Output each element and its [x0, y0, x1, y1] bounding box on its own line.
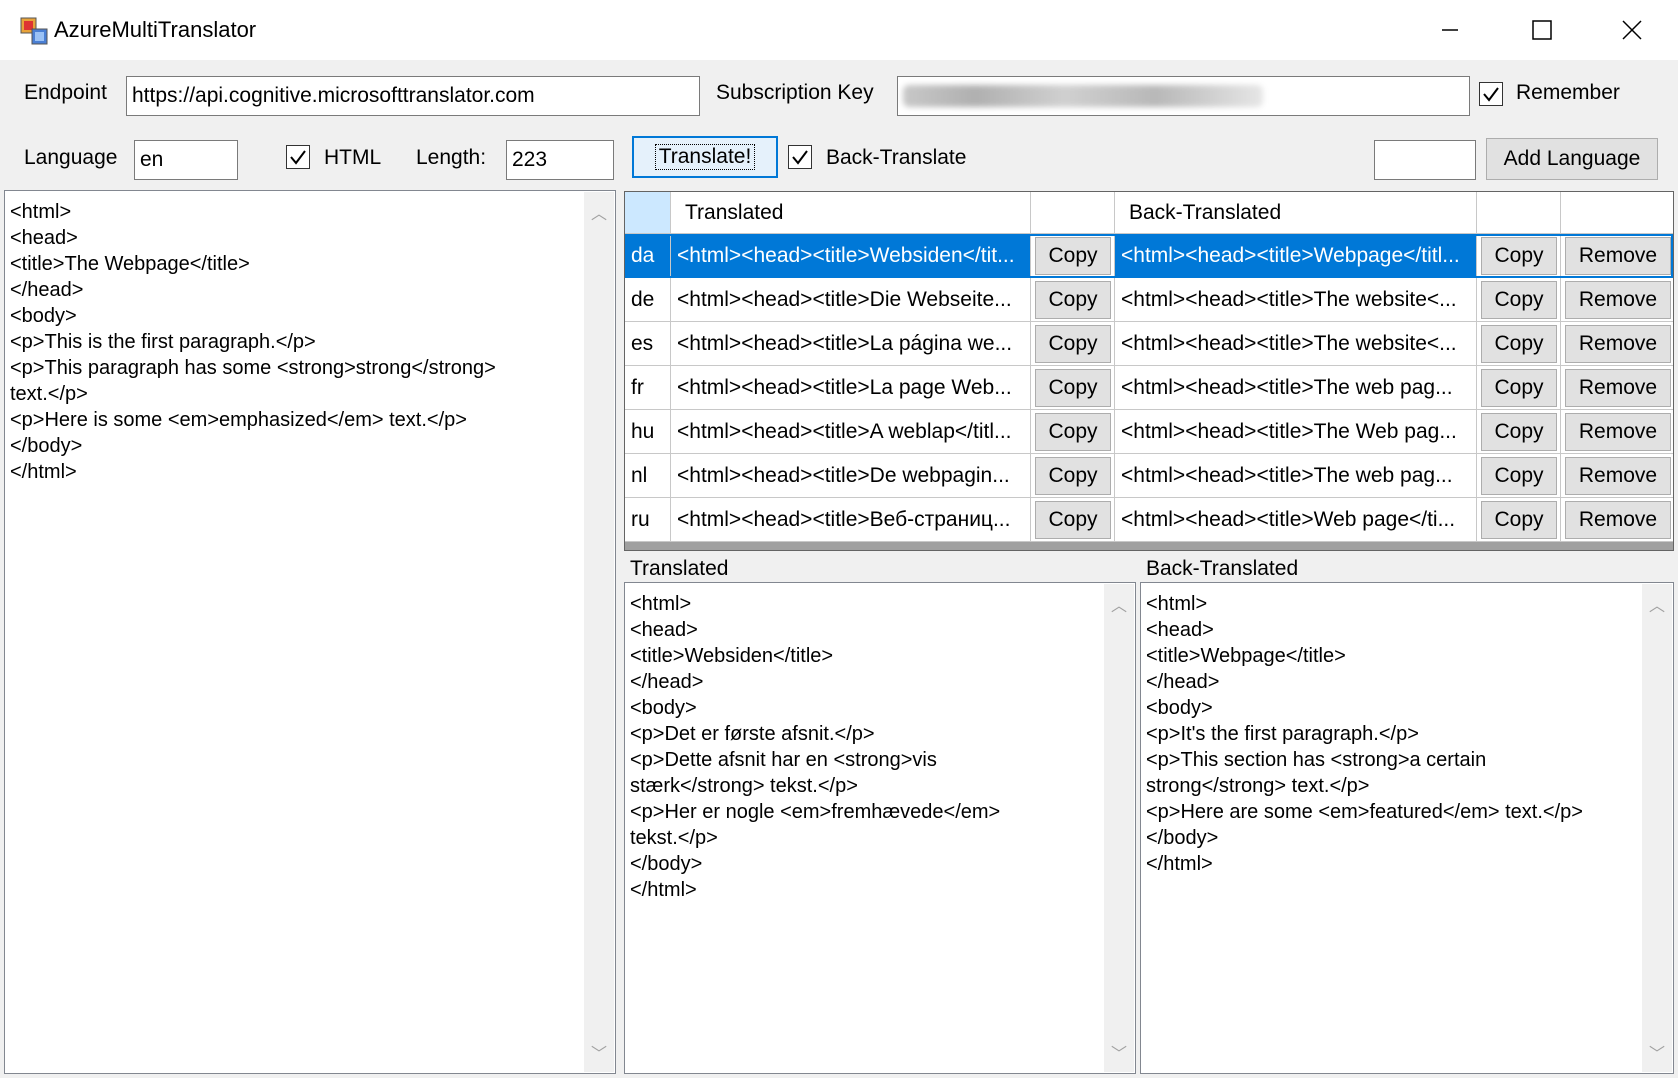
back-translated-text: <html> <head> <title>Webpage</title> </h…: [1146, 593, 1583, 875]
language-label: Language: [24, 146, 118, 169]
source-scrollbar[interactable]: ︿ ﹀: [584, 192, 614, 1072]
copy-translated-button[interactable]: Copy: [1035, 501, 1111, 539]
translate-button-label: Translate!: [654, 144, 756, 170]
add-language-button[interactable]: Add Language: [1486, 138, 1658, 180]
column-header-back-translated[interactable]: Back-Translated: [1115, 192, 1477, 234]
grid-cell-translated[interactable]: <html><head><title>De webpagin...: [671, 454, 1031, 498]
minimize-icon: [1442, 29, 1458, 31]
grid-cell-language[interactable]: nl: [625, 454, 671, 498]
remove-language-button[interactable]: Remove: [1565, 281, 1671, 319]
back-translate-checkbox[interactable]: [788, 145, 812, 169]
grid-cell-language[interactable]: ru: [625, 498, 671, 542]
grid-cell-translated[interactable]: <html><head><title>Websiden</tit...: [671, 234, 1031, 278]
grid-cell-language[interactable]: da: [625, 234, 671, 278]
copy-translated-button[interactable]: Copy: [1035, 369, 1111, 407]
length-input[interactable]: 223: [506, 140, 614, 180]
back-translate-label: Back-Translate: [826, 146, 967, 169]
copy-back-translated-button[interactable]: Copy: [1481, 501, 1557, 539]
app-icon: [20, 17, 48, 45]
scroll-up-icon[interactable]: ︿: [1104, 592, 1134, 616]
remove-language-button[interactable]: Remove: [1565, 457, 1671, 495]
remove-language-button[interactable]: Remove: [1565, 369, 1671, 407]
grid-cell-language[interactable]: de: [625, 278, 671, 322]
source-text-area[interactable]: <html> <head> <title>The Webpage</title>…: [4, 190, 616, 1074]
translations-grid[interactable]: Translated Back-Translated da <html><head…: [624, 191, 1674, 551]
grid-cell-back-translated[interactable]: <html><head><title>The web pag...: [1115, 366, 1477, 410]
maximize-icon: [1532, 20, 1552, 40]
translated-text-area[interactable]: <html> <head> <title>Websiden</title> </…: [624, 582, 1136, 1074]
back-translated-text-area[interactable]: <html> <head> <title>Webpage</title> </h…: [1140, 582, 1674, 1074]
grid-cell-back-translated[interactable]: <html><head><title>The website<...: [1115, 278, 1477, 322]
back-translated-panel-title: Back-Translated: [1146, 557, 1299, 580]
copy-back-translated-button[interactable]: Copy: [1481, 413, 1557, 451]
grid-cell-language[interactable]: es: [625, 322, 671, 366]
translated-scrollbar[interactable]: ︿ ﹀: [1104, 584, 1134, 1072]
copy-translated-button[interactable]: Copy: [1035, 281, 1111, 319]
grid-cell-language[interactable]: fr: [625, 366, 671, 410]
language-input[interactable]: en: [134, 140, 238, 180]
grid-cell-translated[interactable]: <html><head><title>Веб-страниц...: [671, 498, 1031, 542]
column-header-remove: [1561, 192, 1673, 234]
remove-language-button[interactable]: Remove: [1565, 237, 1671, 275]
copy-back-translated-button[interactable]: Copy: [1481, 457, 1557, 495]
close-icon: [1622, 20, 1642, 40]
maximize-button[interactable]: [1496, 0, 1588, 60]
copy-back-translated-button[interactable]: Copy: [1481, 237, 1557, 275]
grid-cell-back-translated[interactable]: <html><head><title>The web pag...: [1115, 454, 1477, 498]
length-label: Length:: [416, 146, 487, 169]
remove-language-button[interactable]: Remove: [1565, 325, 1671, 363]
html-checkbox[interactable]: [286, 145, 310, 169]
grid-cell-language[interactable]: hu: [625, 410, 671, 454]
checkmark-icon: [792, 150, 808, 165]
copy-translated-button[interactable]: Copy: [1035, 413, 1111, 451]
checkmark-icon: [1483, 87, 1499, 102]
grid-cell-translated[interactable]: <html><head><title>A weblap</titl...: [671, 410, 1031, 454]
subscription-key-input[interactable]: [897, 76, 1470, 116]
grid-cell-translated[interactable]: <html><head><title>La page Web...: [671, 366, 1031, 410]
new-language-input[interactable]: [1374, 140, 1476, 180]
html-label: HTML: [324, 146, 382, 169]
close-button[interactable]: [1586, 0, 1678, 60]
copy-translated-button[interactable]: Copy: [1035, 325, 1111, 363]
blurred-key: [903, 85, 1263, 107]
source-text: <html> <head> <title>The Webpage</title>…: [10, 201, 496, 483]
remove-language-button[interactable]: Remove: [1565, 501, 1671, 539]
copy-back-translated-button[interactable]: Copy: [1481, 369, 1557, 407]
endpoint-input[interactable]: https://api.cognitive.microsofttranslato…: [126, 76, 700, 116]
subscription-key-label: Subscription Key: [716, 81, 874, 104]
scroll-up-icon[interactable]: ︿: [584, 200, 614, 224]
scroll-down-icon[interactable]: ﹀: [584, 1040, 614, 1064]
translated-panel-title: Translated: [630, 557, 729, 580]
window-title: AzureMultiTranslator: [54, 17, 257, 42]
column-header-copy-back: [1477, 192, 1561, 234]
scroll-down-icon[interactable]: ﹀: [1104, 1040, 1134, 1064]
minimize-button[interactable]: [1404, 0, 1496, 60]
translated-text: <html> <head> <title>Websiden</title> </…: [630, 593, 1001, 901]
copy-back-translated-button[interactable]: Copy: [1481, 325, 1557, 363]
grid-cell-translated[interactable]: <html><head><title>La página we...: [671, 322, 1031, 366]
column-header-translated[interactable]: Translated: [671, 192, 1031, 234]
back-translated-scrollbar[interactable]: ︿ ﹀: [1642, 584, 1672, 1072]
checkmark-icon: [290, 150, 306, 165]
grid-cell-back-translated[interactable]: <html><head><title>The Web pag...: [1115, 410, 1477, 454]
copy-translated-button[interactable]: Copy: [1035, 457, 1111, 495]
remember-label: Remember: [1516, 81, 1620, 104]
grid-cell-back-translated[interactable]: <html><head><title>Webpage</titl...: [1115, 234, 1477, 278]
copy-translated-button[interactable]: Copy: [1035, 237, 1111, 275]
grid-cell-back-translated[interactable]: <html><head><title>Web page</ti...: [1115, 498, 1477, 542]
copy-back-translated-button[interactable]: Copy: [1481, 281, 1557, 319]
scroll-up-icon[interactable]: ︿: [1642, 592, 1672, 616]
grid-cell-back-translated[interactable]: <html><head><title>The website<...: [1115, 322, 1477, 366]
scroll-down-icon[interactable]: ﹀: [1642, 1040, 1672, 1064]
remove-language-button[interactable]: Remove: [1565, 413, 1671, 451]
translate-button[interactable]: Translate!: [632, 136, 778, 178]
column-header-copy: [1031, 192, 1115, 234]
remember-checkbox[interactable]: [1479, 82, 1503, 106]
endpoint-label: Endpoint: [24, 81, 107, 104]
grid-corner-header: [625, 192, 671, 234]
grid-cell-translated[interactable]: <html><head><title>Die Webseite...: [671, 278, 1031, 322]
